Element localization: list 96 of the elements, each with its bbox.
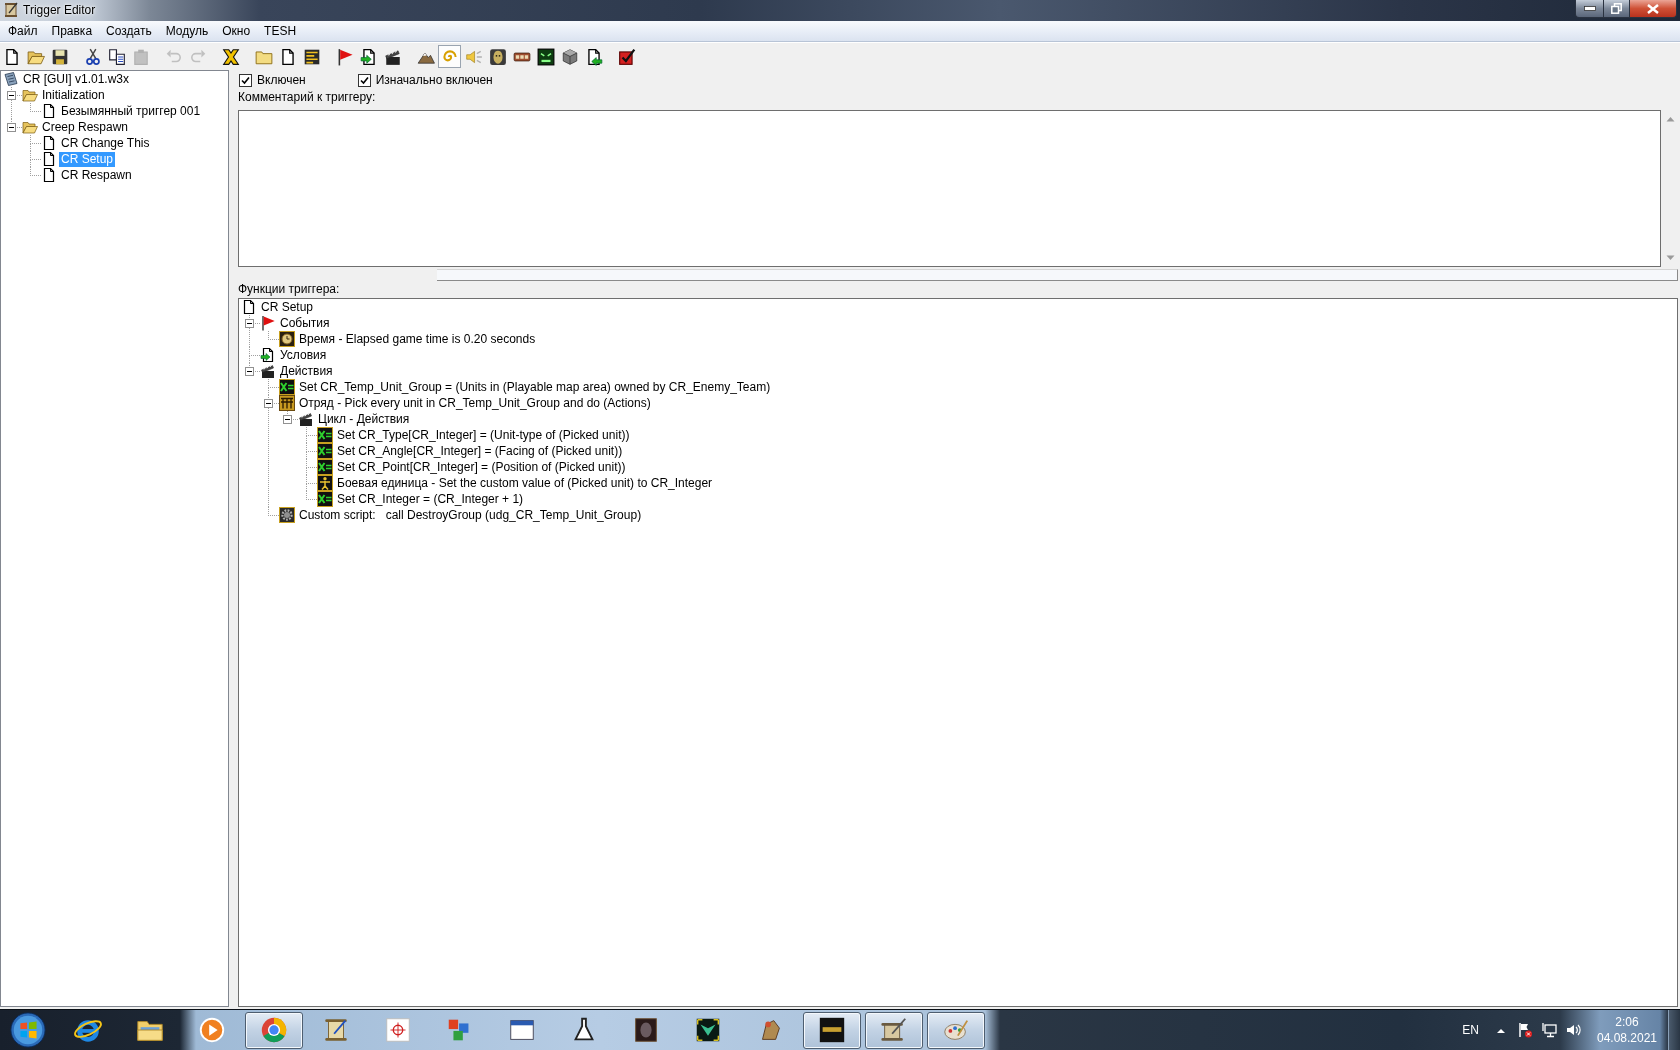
clipboard-icon [131,47,150,66]
tree-item[interactable]: CR Setup [259,299,316,315]
speaker-icon[interactable] [1565,1022,1581,1038]
open-folder-icon [22,87,38,103]
flag-error-icon[interactable] [1517,1022,1533,1038]
play-icon [197,1015,227,1045]
clapperboard-icon [383,47,402,66]
taskbar-button[interactable] [245,1011,303,1049]
restore-button[interactable] [1603,0,1630,18]
tree-item[interactable]: Действия [278,363,335,379]
minimize-button[interactable] [1575,0,1603,18]
target-icon [383,1015,413,1045]
tree-item[interactable]: Безымянный триггер 001 [59,103,203,119]
monster-face-icon [536,47,555,66]
mask-icon [488,47,507,66]
tree-item[interactable]: Set CR_Point[CR_Integer] = (Position of (Picked unit)) [335,459,628,475]
show-desktop-button[interactable] [1668,1010,1680,1050]
cross-equals-icon [317,427,333,443]
page-icon [41,151,57,167]
restore-icon [1611,3,1622,14]
tree-item[interactable]: Initialization [40,87,107,103]
network-icon[interactable] [1541,1022,1557,1038]
toolbar-button[interactable] [534,45,557,68]
close-icon [1647,3,1659,14]
menu-item[interactable]: Правка [44,22,100,40]
menu-item[interactable]: TESH [257,22,304,40]
minus-box-icon[interactable] [245,319,254,328]
tree-item[interactable]: Set CR_Angle[CR_Integer] = (Facing of (Picked unit)) [335,443,625,459]
taskbar-button[interactable] [865,1011,923,1049]
minus-box-icon[interactable] [264,399,273,408]
minus-box-icon[interactable] [7,123,16,132]
menu-item[interactable]: Файл [1,22,45,40]
checkbox-label[interactable]: Изначально включен [375,73,493,87]
figure-icon [317,475,333,491]
menu-item[interactable]: Создать [99,22,159,40]
minus-box-icon[interactable] [283,415,292,424]
checkbox-label[interactable]: Включен [257,73,306,87]
checkbox[interactable] [239,73,252,87]
comment-label: Комментарий к триггеру: [238,90,376,105]
clapperboard-icon [298,411,314,427]
language-indicator[interactable]: EN [1462,1023,1479,1037]
tree-item[interactable]: Set CR_Temp_Unit_Group = (Units in (Playable map area) owned by CR_Enemy_Team) [297,379,773,395]
menu-item[interactable]: Модуль [158,22,216,40]
open-folder-icon [22,119,38,135]
splitter-bar[interactable] [437,269,1678,281]
clock-icon [279,331,295,347]
menu-item[interactable]: Окно [215,22,258,40]
cross-equals-icon [317,491,333,507]
cross-equals-icon [317,459,333,475]
tree-item[interactable]: Set CR_Integer = (CR_Integer + 1) [335,491,526,507]
tree-item[interactable]: Set CR_Type[CR_Integer] = (Unit-type of (Picked unit)) [335,427,632,443]
minus-box-icon[interactable] [7,91,16,100]
tree-item[interactable]: CR Change This [59,135,152,151]
taskbar-button[interactable] [927,1011,985,1049]
minus-box-icon[interactable] [245,367,254,376]
tree-item[interactable]: CR Respawn [59,167,134,183]
start-orb-icon [8,1011,47,1049]
tree-item[interactable]: Creep Respawn [40,119,131,135]
close-button[interactable] [1630,0,1677,18]
tree-item[interactable]: Условия [278,347,329,363]
tree-item[interactable]: Цикл - Действия [316,411,412,427]
page-icon [41,103,57,119]
comment-field[interactable] [238,110,1661,267]
minimize-icon [1583,6,1596,11]
x-mark-icon [221,47,240,66]
taskbar-button[interactable] [803,1011,861,1049]
clapperboard-icon [260,363,276,379]
page-icon [41,135,57,151]
page-arrow-icon [359,47,378,66]
tree-item[interactable]: CR [GUI] v1.01.w3x [21,71,132,87]
tree-item[interactable]: События [278,315,332,331]
copy-icon [107,47,126,66]
functions-label: Функции триггера: [238,282,340,297]
tree-line [30,103,41,112]
logo-tile-icon [817,1015,847,1045]
scroll-icon [3,2,19,18]
page-arrow-icon [260,347,276,363]
cube-icon [560,47,579,66]
cross-equals-icon [279,379,295,395]
ring-icon [259,1015,289,1045]
sheet-icon [3,71,19,87]
checkbox[interactable] [357,73,371,87]
scissors-icon [83,47,102,66]
up-arrow-icon[interactable] [1496,1026,1506,1034]
check-box-icon [617,47,636,66]
figures-icon [279,395,295,411]
tree-item[interactable]: Отряд - Pick every unit in CR_Temp_Unit_Group and do (Actions) [297,395,653,411]
tree-item[interactable]: Время - Elapsed game time is 0.20 seconds [297,331,538,347]
page-icon [41,167,57,183]
tree-item[interactable]: Боевая единица - Set the custom value of (Picked unit) to CR_Integer [335,475,715,491]
tree-item[interactable]: Custom script: call DestroyGroup (udg_CR_Temp_Unit_Group) [297,507,644,523]
gear-icon [279,507,295,523]
window-title: Trigger Editor [23,2,96,19]
cross-equals-icon [317,443,333,459]
lines-icon [302,47,321,66]
flag-icon [260,315,276,331]
